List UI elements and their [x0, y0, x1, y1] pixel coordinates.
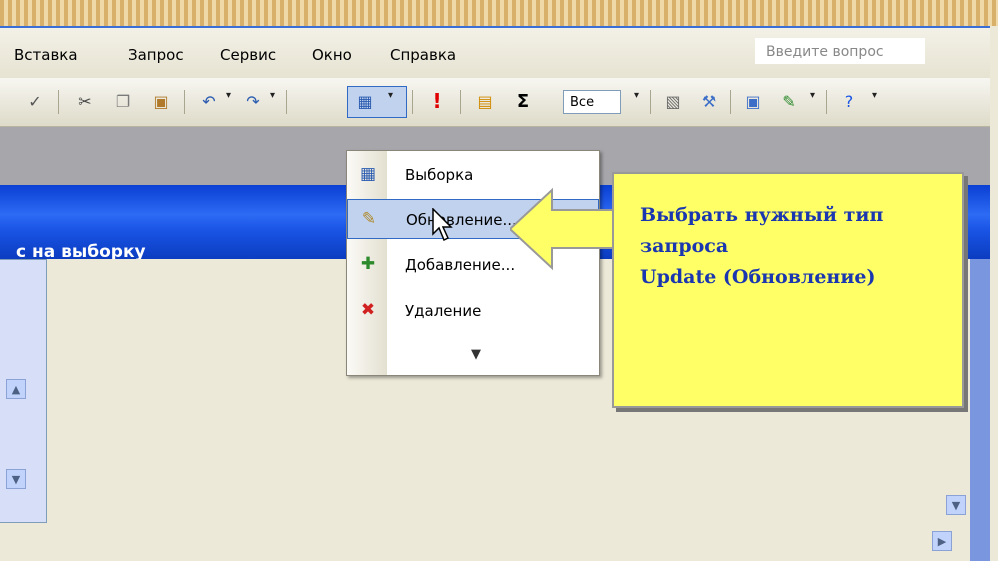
undo-dropdown-icon[interactable]: ▾ — [226, 90, 231, 101]
toolbar: ✓ ✂ ❐ ▣ ↶ ▾ ↷ ▾ ▦ ▾ ! ▤ Σ Все ▾ ▧ ⚒ ▣ ✎ … — [0, 78, 990, 127]
menu-window[interactable]: Окно — [312, 46, 352, 64]
scroll-right-button[interactable]: ▶ — [932, 531, 952, 551]
toolbar-separator — [730, 90, 731, 114]
redo-icon[interactable]: ↷ — [240, 88, 266, 114]
menu-tools[interactable]: Сервис — [220, 46, 276, 64]
menu-item-label: Удаление — [405, 302, 482, 320]
annotation-callout: Выбрать нужный тип запроса Update (Обнов… — [612, 172, 964, 408]
menu-insert[interactable]: Вставка — [14, 46, 78, 64]
menu-item-label: Обновление... — [406, 211, 517, 229]
cut-icon[interactable]: ✂ — [72, 88, 98, 114]
callout-text: Выбрать нужный тип запроса Update (Обнов… — [640, 204, 884, 288]
append-query-icon: ✚ — [360, 254, 376, 274]
spellcheck-icon[interactable]: ✓ — [22, 88, 48, 114]
chevron-down-icon: ▾ — [388, 90, 394, 101]
database-window-icon[interactable]: ▣ — [740, 88, 766, 114]
properties-icon[interactable]: ▧ — [660, 88, 686, 114]
scroll-down-button[interactable]: ▼ — [946, 495, 966, 515]
menu-item-delete[interactable]: ✖ Удаление — [347, 291, 599, 331]
menu-query[interactable]: Запрос — [128, 46, 184, 64]
menu-help[interactable]: Справка — [390, 46, 456, 64]
chevron-down-icon[interactable]: ▾ — [634, 90, 639, 101]
menu-item-label: Выборка — [405, 166, 474, 184]
scroll-down-button[interactable]: ▼ — [6, 469, 26, 489]
menu-item-label: Добавление... — [405, 256, 516, 274]
totals-icon[interactable]: Σ — [510, 88, 536, 114]
menu-bar: Вставка Запрос Сервис Окно Справка Введи… — [0, 26, 990, 79]
toolbar-separator — [58, 90, 59, 114]
top-values-combo[interactable]: Все — [563, 90, 621, 114]
delete-query-icon: ✖ — [360, 300, 376, 320]
toolbar-separator — [184, 90, 185, 114]
undo-icon[interactable]: ↶ — [196, 88, 222, 114]
update-query-icon: ✎ — [361, 209, 377, 229]
select-query-icon: ▦ — [359, 164, 377, 184]
decorative-stripe — [0, 0, 998, 26]
chevron-down-icon[interactable]: ▾ — [810, 90, 815, 101]
new-object-icon[interactable]: ✎ — [776, 88, 802, 114]
copy-icon[interactable]: ❐ — [110, 88, 136, 114]
toolbar-separator — [286, 90, 287, 114]
expand-menu-icon[interactable]: ▼ — [471, 347, 481, 362]
ask-question-input[interactable]: Введите вопрос — [755, 38, 925, 64]
toolbar-separator — [826, 90, 827, 114]
redo-dropdown-icon[interactable]: ▾ — [270, 90, 275, 101]
paste-icon[interactable]: ▣ — [148, 88, 174, 114]
access-window: Вставка Запрос Сервис Окно Справка Введи… — [0, 26, 998, 561]
show-table-icon[interactable]: ▤ — [472, 88, 498, 114]
toolbar-separator — [650, 90, 651, 114]
toolbar-separator — [460, 90, 461, 114]
toolbar-separator — [412, 90, 413, 114]
scroll-up-button[interactable]: ▲ — [6, 379, 26, 399]
toolbar-options-icon[interactable]: ▾ — [872, 90, 877, 101]
mouse-cursor-icon — [432, 208, 453, 242]
builder-icon[interactable]: ⚒ — [696, 88, 722, 114]
query-type-icon: ▦ — [357, 91, 373, 111]
callout-arrow — [510, 187, 619, 271]
help-icon[interactable]: ? — [836, 88, 862, 114]
run-icon[interactable]: ! — [424, 88, 450, 114]
